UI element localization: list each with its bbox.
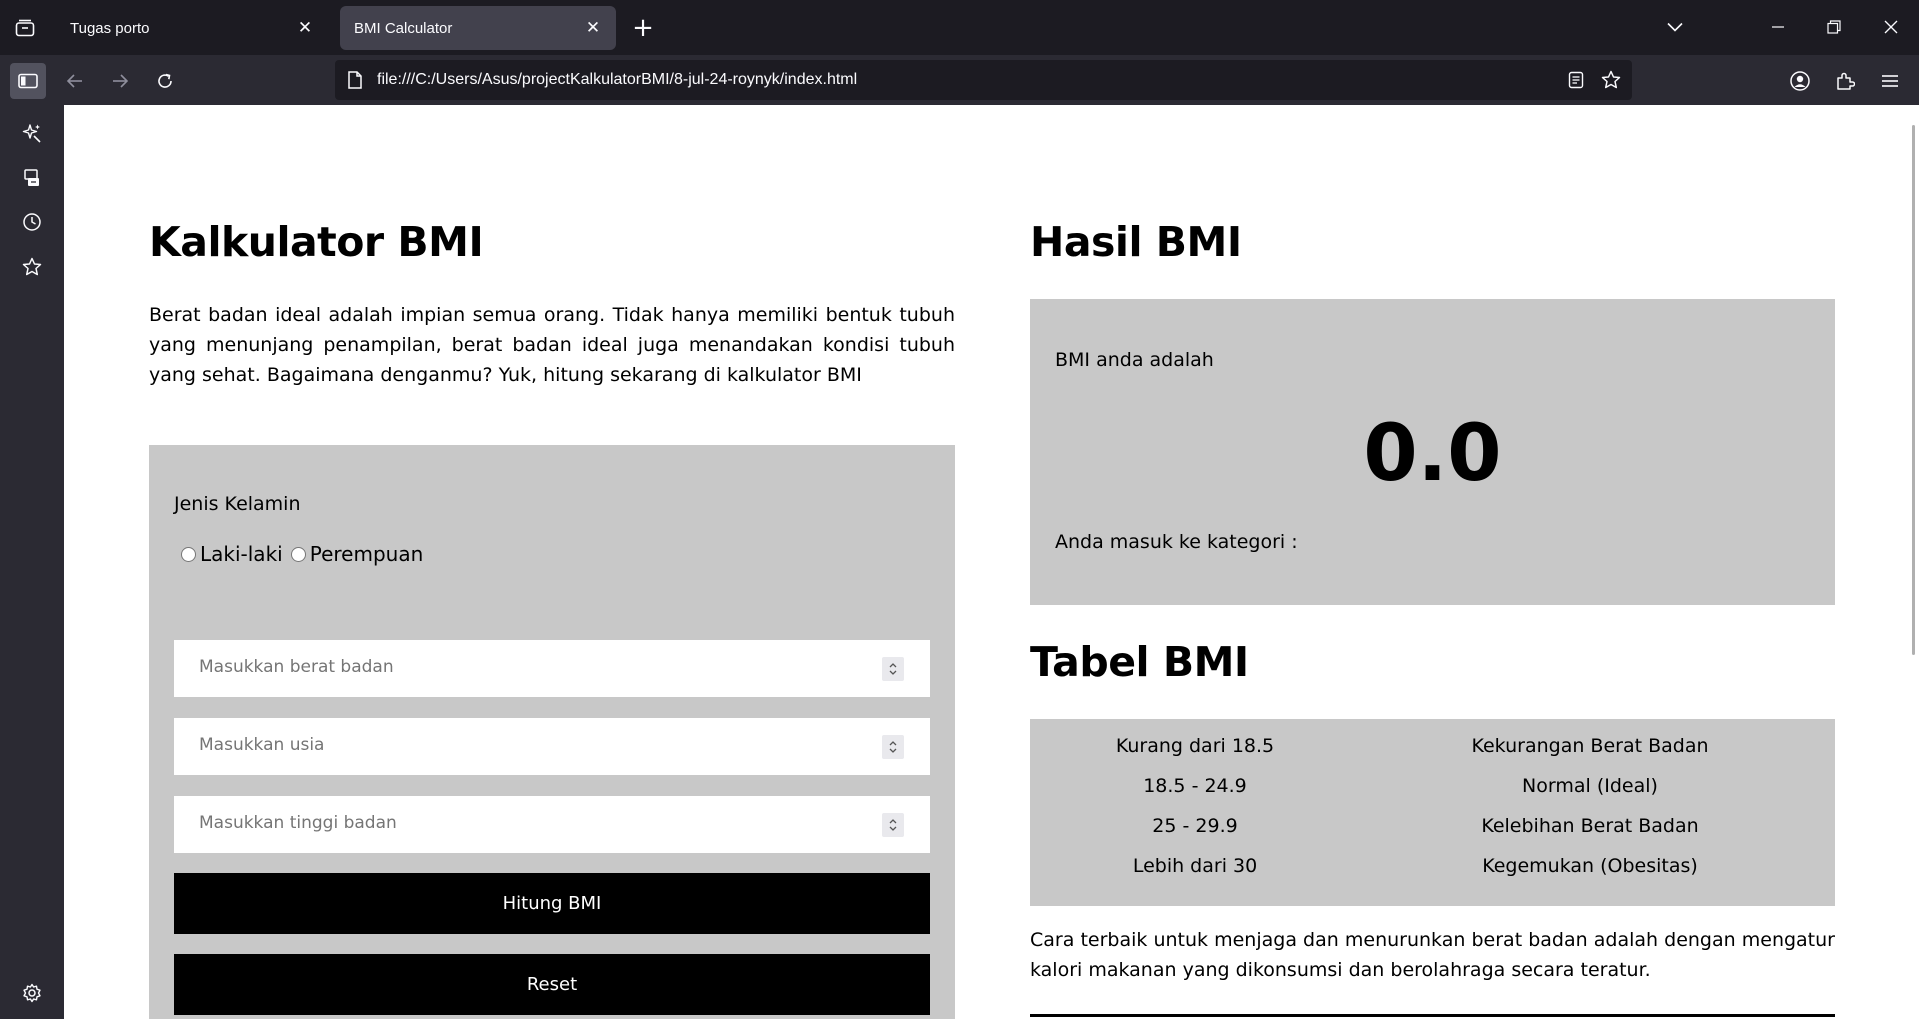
table-row: Kurang dari 18.5 Kekurangan Berat Badan [1030,729,1835,769]
radio-female-label[interactable]: Perempuan [310,542,424,566]
number-spinner-icon[interactable] [882,813,904,837]
table-row: Lebih dari 30 Kegemukan (Obesitas) [1030,849,1835,889]
tab-bar: Tugas porto ✕ BMI Calculator ✕ + [0,0,1919,55]
number-spinner-icon[interactable] [882,735,904,759]
tab-bmi-calculator[interactable]: BMI Calculator ✕ [340,6,616,50]
url-text[interactable]: file:///C:/Users/Asus/projectKalkulatorB… [377,71,857,89]
sidebar-toggle-icon[interactable] [10,63,46,99]
reload-icon[interactable] [147,63,183,99]
close-window-icon[interactable] [1871,10,1911,44]
chevron-down-icon[interactable] [1655,10,1695,44]
page-scrollbar[interactable] [1912,125,1915,655]
intro-paragraph: Berat badan ideal adalah impian semua or… [149,304,955,386]
tab-list-icon[interactable] [8,11,42,45]
height-placeholder: Masukkan tinggi badan [199,813,397,833]
height-input[interactable]: Masukkan tinggi badan [174,796,930,853]
table-row: 18.5 - 24.9 Normal (Ideal) [1030,769,1835,809]
calculator-title: Kalkulator BMI [149,218,484,266]
tab-title: BMI Calculator [354,19,453,37]
bmi-category: Kekurangan Berat Badan [1471,735,1709,757]
bmi-form: Jenis Kelamin Laki-laki Perempuan Masukk… [149,445,955,1019]
new-tab-button[interactable]: + [628,14,658,44]
tab-tugas-porto[interactable]: Tugas porto ✕ [56,6,328,50]
history-clock-icon[interactable] [16,206,48,238]
close-tab-icon[interactable]: ✕ [582,17,604,39]
browser-sidebar [0,105,64,1019]
settings-gear-icon[interactable] [16,977,48,1009]
synced-tabs-icon[interactable] [16,162,48,194]
minimize-icon[interactable] [1758,10,1798,44]
radio-male[interactable] [181,546,196,562]
category-label: Anda masuk ke kategori : [1055,531,1298,553]
result-label: BMI anda adalah [1055,349,1214,371]
weight-placeholder: Masukkan berat badan [199,657,394,677]
bmi-category: Kegemukan (Obesitas) [1482,855,1698,877]
restore-icon[interactable] [1814,10,1854,44]
age-placeholder: Masukkan usia [199,735,325,755]
bmi-category: Normal (Ideal) [1522,775,1658,797]
result-card: BMI anda adalah 0.0 Anda masuk ke katego… [1030,299,1835,605]
bmi-value: 0.0 [1363,409,1502,499]
radio-female[interactable] [290,546,306,562]
gender-label: Jenis Kelamin [174,493,301,515]
gender-radio-group: Laki-laki Perempuan [181,542,431,566]
calculate-bmi-button[interactable]: Hitung BMI [174,873,930,934]
bmi-table: Kurang dari 18.5 Kekurangan Berat Badan … [1030,719,1835,906]
forward-arrow-icon[interactable] [102,63,138,99]
page-viewport: Kalkulator BMI Berat badan ideal adalah … [64,105,1919,1019]
navigation-toolbar: file:///C:/Users/Asus/projectKalkulatorB… [0,55,1919,105]
ai-sparkle-icon[interactable] [16,117,48,149]
tab-title: Tugas porto [70,19,150,37]
bmi-range: Lebih dari 30 [1132,855,1258,877]
bookmark-star-icon[interactable] [1601,70,1621,93]
age-input[interactable]: Masukkan usia [174,718,930,775]
divider [1030,1014,1835,1017]
radio-male-label[interactable]: Laki-laki [200,542,283,566]
number-spinner-icon[interactable] [882,657,904,681]
bmi-category: Kelebihan Berat Badan [1481,815,1699,837]
reset-button[interactable]: Reset [174,954,930,1015]
page-icon [347,71,363,93]
weight-input[interactable]: Masukkan berat badan [174,640,930,697]
bmi-table-title: Tabel BMI [1030,638,1249,686]
table-row: 25 - 29.9 Kelebihan Berat Badan [1030,809,1835,849]
result-title: Hasil BMI [1030,218,1242,266]
bmi-range: 25 - 29.9 [1152,815,1238,837]
bookmarks-star-icon[interactable] [16,250,48,282]
reader-view-icon[interactable] [1568,71,1584,93]
close-tab-icon[interactable]: ✕ [294,17,316,39]
extensions-icon[interactable] [1827,63,1863,99]
menu-hamburger-icon[interactable] [1872,63,1908,99]
account-icon[interactable] [1782,63,1818,99]
bmi-range: Kurang dari 18.5 [1115,735,1275,757]
bmi-range: 18.5 - 24.9 [1143,775,1247,797]
address-bar[interactable]: file:///C:/Users/Asus/projectKalkulatorB… [335,60,1632,100]
bmi-tips-paragraph: Cara terbaik untuk menjaga dan menurunka… [1030,929,1835,981]
back-arrow-icon[interactable] [57,63,93,99]
